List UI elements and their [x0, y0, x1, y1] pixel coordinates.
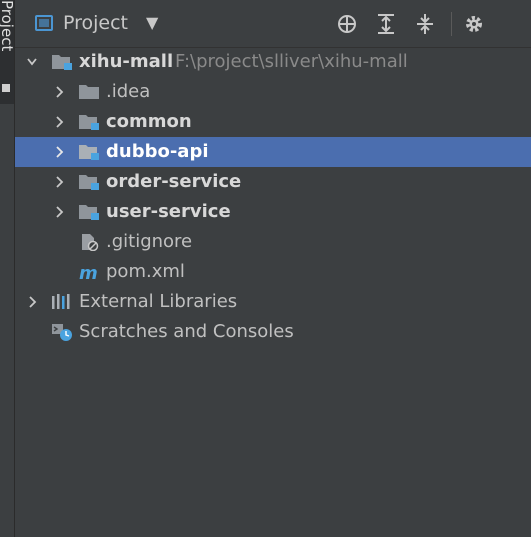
project-side-tab[interactable]: Project [0, 0, 16, 104]
svg-text:m: m [79, 263, 98, 281]
tree-item-label: .idea [106, 81, 151, 102]
folder-icon [79, 85, 99, 99]
chevron-down-icon[interactable] [27, 56, 37, 68]
scratches-icon [52, 324, 72, 341]
chevron-right-icon[interactable] [54, 176, 64, 188]
tree-item-label: External Libraries [79, 291, 238, 312]
tree-item-label: order-service [106, 171, 242, 192]
side-tab-marker [2, 84, 10, 92]
side-tool-strip: Project [0, 0, 16, 537]
tree-item-label: dubbo-api [106, 141, 209, 162]
project-tool-window: Project ▼ xihu-mall F:\project\slliver\x… [15, 0, 531, 537]
chevron-right-icon[interactable] [54, 206, 64, 218]
tree-row[interactable]: Scratches and Consoles [15, 317, 531, 347]
tree-row[interactable]: user-service [15, 197, 531, 227]
tree-item-label: user-service [106, 201, 231, 222]
module-folder-icon [52, 55, 72, 70]
chevron-right-icon[interactable] [54, 146, 64, 158]
tool-window-header: Project ▼ [15, 0, 531, 48]
tree-item-label: Scratches and Consoles [79, 321, 294, 342]
tree-item-label: common [106, 111, 192, 132]
chevron-right-icon[interactable] [54, 116, 64, 128]
locate-icon[interactable] [335, 12, 359, 36]
module-folder-icon [79, 175, 99, 190]
tree-row[interactable]: common [15, 107, 531, 137]
ignore-file-icon [82, 234, 99, 251]
module-folder-icon [79, 145, 99, 160]
tree-row[interactable]: order-service [15, 167, 531, 197]
view-selector-label[interactable]: Project [63, 12, 128, 34]
module-folder-icon [79, 115, 99, 130]
tree-item-label: xihu-mall [79, 51, 174, 72]
tree-row[interactable]: .idea [15, 77, 531, 107]
expand-all-icon[interactable] [374, 12, 398, 36]
chevron-right-icon[interactable] [27, 296, 37, 308]
libraries-icon [52, 294, 70, 309]
chevron-right-icon[interactable] [54, 86, 64, 98]
tree-row[interactable]: .gitignore [15, 227, 531, 257]
gear-icon[interactable] [462, 12, 486, 36]
collapse-all-icon[interactable] [413, 12, 437, 36]
project-view-icon [35, 15, 53, 31]
tree-row-selected[interactable]: dubbo-api [15, 137, 531, 167]
tree-item-label: .gitignore [106, 231, 193, 252]
tree-row[interactable]: External Libraries [15, 287, 531, 317]
module-folder-icon [79, 205, 99, 220]
project-path: F:\project\slliver\xihu-mall [175, 51, 408, 72]
tree-row[interactable]: m pom.xml [15, 257, 531, 287]
toolbar-separator [451, 12, 452, 36]
tree-row-root[interactable]: xihu-mall F:\project\slliver\xihu-mall [15, 47, 531, 77]
project-side-tab-label: Project [0, 0, 16, 52]
tree-item-label: pom.xml [106, 261, 185, 282]
chevron-down-icon[interactable]: ▼ [146, 13, 158, 32]
maven-icon: m [79, 263, 98, 281]
